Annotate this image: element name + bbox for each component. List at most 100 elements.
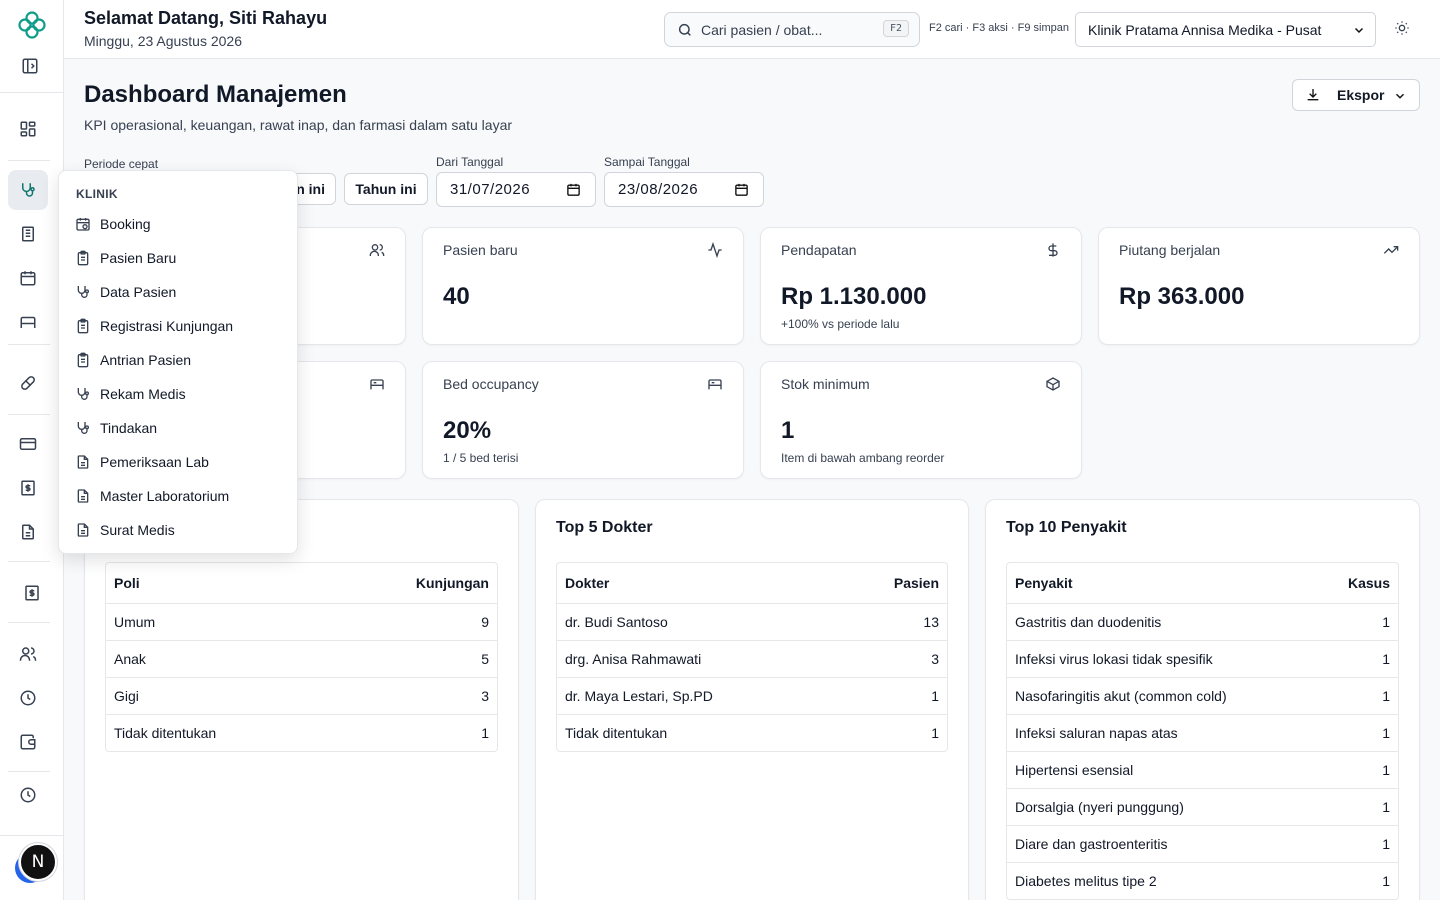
menu-item-master-laboratorium[interactable]: Master Laboratorium xyxy=(75,481,229,511)
doctors-table: Dokter Pasien dr. Budi Santoso 13 drg. An… xyxy=(556,562,948,752)
table-row: Diare dan gastroenteritis 1 xyxy=(1007,825,1398,862)
menu-item-registrasi-kunjungan[interactable]: Registrasi Kunjungan xyxy=(75,311,233,341)
nav-dashboard-icon[interactable] xyxy=(8,109,48,149)
cell: Hipertensi esensial xyxy=(1015,762,1134,778)
search-icon xyxy=(678,23,691,36)
nav-document-icon[interactable] xyxy=(8,512,48,552)
column-header: Penyakit xyxy=(1015,575,1073,591)
table-row: Infeksi saluran napas atas 1 xyxy=(1007,714,1398,751)
quick-period-year-button[interactable]: Tahun ini xyxy=(344,173,428,205)
menu-item-label: Pasien Baru xyxy=(100,250,177,266)
nav-clock-icon[interactable] xyxy=(8,678,48,718)
table-row: Anak 5 xyxy=(106,640,497,677)
cell: 1 xyxy=(481,725,489,741)
cell: Infeksi saluran napas atas xyxy=(1015,725,1178,741)
nav-users-icon[interactable] xyxy=(8,634,48,674)
sidebar: N xyxy=(0,0,64,900)
nav-calendar-icon[interactable] xyxy=(8,258,48,298)
cell: 1 xyxy=(931,725,939,741)
nav-card-icon[interactable] xyxy=(8,424,48,464)
clipboard-icon xyxy=(77,318,89,334)
file-text-icon xyxy=(77,455,89,469)
divider xyxy=(8,622,50,623)
clipboard-icon xyxy=(77,250,89,266)
menu-item-booking[interactable]: Booking xyxy=(75,209,151,239)
avatar[interactable]: N xyxy=(19,843,57,881)
table-row: Dorsalgia (nyeri punggung) 1 xyxy=(1007,788,1398,825)
greeting: Selamat Datang, Siti Rahayu xyxy=(84,8,328,28)
poli-table: Poli Kunjungan Umum 9 Anak 5 Gigi 3 Tidak d… xyxy=(105,562,498,752)
page-title: Dashboard Manajemen xyxy=(84,81,347,108)
table-row: Diabetes melitus tipe 2 1 xyxy=(1007,862,1398,899)
menu-item-surat-medis[interactable]: Surat Medis xyxy=(75,515,175,545)
calendar-icon xyxy=(567,183,580,196)
table-header: Poli Kunjungan xyxy=(106,563,497,603)
cell: dr. Budi Santoso xyxy=(565,614,668,630)
column-header: Poli xyxy=(114,575,140,591)
file-text-icon xyxy=(77,523,89,537)
nav-history-icon[interactable] xyxy=(8,775,48,815)
column-header: Dokter xyxy=(565,575,610,591)
nav-wallet-icon[interactable] xyxy=(8,722,48,762)
nav-bed-icon[interactable] xyxy=(8,302,48,342)
cell: Gastritis dan duodenitis xyxy=(1015,614,1162,630)
shortcut-hint: F2 cari · F3 aksi · F9 simpan xyxy=(929,22,1069,34)
cell: Gigi xyxy=(114,688,139,704)
kpi-value: 20% xyxy=(443,417,492,444)
search-input[interactable]: Cari pasien / obat... F2 xyxy=(664,12,920,47)
clinic-logo-icon[interactable] xyxy=(16,9,48,41)
users-icon xyxy=(369,242,385,258)
divider xyxy=(8,561,50,562)
from-date-label: Dari Tanggal xyxy=(436,155,504,169)
kpi-value: 40 xyxy=(443,283,470,310)
chevron-down-icon xyxy=(1354,27,1364,34)
page-subtitle: KPI operasional, keuangan, rawat inap, d… xyxy=(84,117,513,133)
from-date-input[interactable]: 31/07/2026 xyxy=(436,172,596,207)
menu-item-label: Master Laboratorium xyxy=(100,488,230,504)
table-header: Dokter Pasien xyxy=(557,563,947,603)
nav-klinik-stethoscope-icon[interactable] xyxy=(8,170,48,210)
divider xyxy=(8,414,50,415)
export-button[interactable]: Ekspor xyxy=(1292,79,1420,111)
cell: Tidak ditentukan xyxy=(114,725,217,741)
export-label: Ekspor xyxy=(1337,87,1385,103)
menu-item-data-pasien[interactable]: Data Pasien xyxy=(75,277,176,307)
clinic-select[interactable]: Klinik Pratama Annisa Medika - Pusat xyxy=(1075,12,1376,47)
panel-title: Top 5 Dokter xyxy=(556,519,653,536)
column-header: Pasien xyxy=(893,575,939,591)
to-date-input[interactable]: 23/08/2026 xyxy=(604,172,764,207)
table-row: dr. Budi Santoso 13 xyxy=(557,603,947,640)
nav-building-icon[interactable] xyxy=(8,214,48,254)
nav-billing-icon[interactable] xyxy=(12,573,52,613)
menu-item-rekam-medis[interactable]: Rekam Medis xyxy=(75,379,186,409)
cell: 1 xyxy=(1382,651,1390,667)
table-row: Nasofaringitis akut (common cold) 1 xyxy=(1007,677,1398,714)
search-placeholder: Cari pasien / obat... xyxy=(701,21,823,38)
column-header: Kunjungan xyxy=(415,575,489,591)
cell: Umum xyxy=(114,614,156,630)
menu-item-pemeriksaan-lab[interactable]: Pemeriksaan Lab xyxy=(75,447,209,477)
menu-item-antrian-pasien[interactable]: Antrian Pasien xyxy=(75,345,191,375)
kpi-label: Piutang berjalan xyxy=(1119,242,1221,258)
nav-pill-icon[interactable] xyxy=(8,363,48,403)
cell: 1 xyxy=(1382,762,1390,778)
stethoscope-icon xyxy=(77,286,89,298)
table-row: Hipertensi esensial 1 xyxy=(1007,751,1398,788)
menu-item-tindakan[interactable]: Tindakan xyxy=(75,413,157,443)
trending-up-icon xyxy=(1383,242,1399,258)
menu-item-label: Booking xyxy=(100,216,151,232)
kpi-label: Pasien baru xyxy=(443,242,518,258)
sidebar-toggle-icon[interactable] xyxy=(21,57,43,75)
kpi-label: Bed occupancy xyxy=(443,376,539,392)
cell: 1 xyxy=(1382,836,1390,852)
menu-item-label: Surat Medis xyxy=(100,522,175,538)
theme-toggle-sun-icon[interactable] xyxy=(1394,20,1410,36)
menu-item-label: Pemeriksaan Lab xyxy=(100,454,209,470)
stethoscope-icon xyxy=(77,422,89,434)
stethoscope-icon xyxy=(77,388,89,400)
cell: drg. Anisa Rahmawati xyxy=(565,651,702,667)
menu-item-label: Registrasi Kunjungan xyxy=(100,318,234,334)
current-date: Minggu, 23 Agustus 2026 xyxy=(84,33,243,49)
nav-invoice-icon[interactable] xyxy=(8,468,48,508)
menu-item-pasien-baru[interactable]: Pasien Baru xyxy=(75,243,176,273)
